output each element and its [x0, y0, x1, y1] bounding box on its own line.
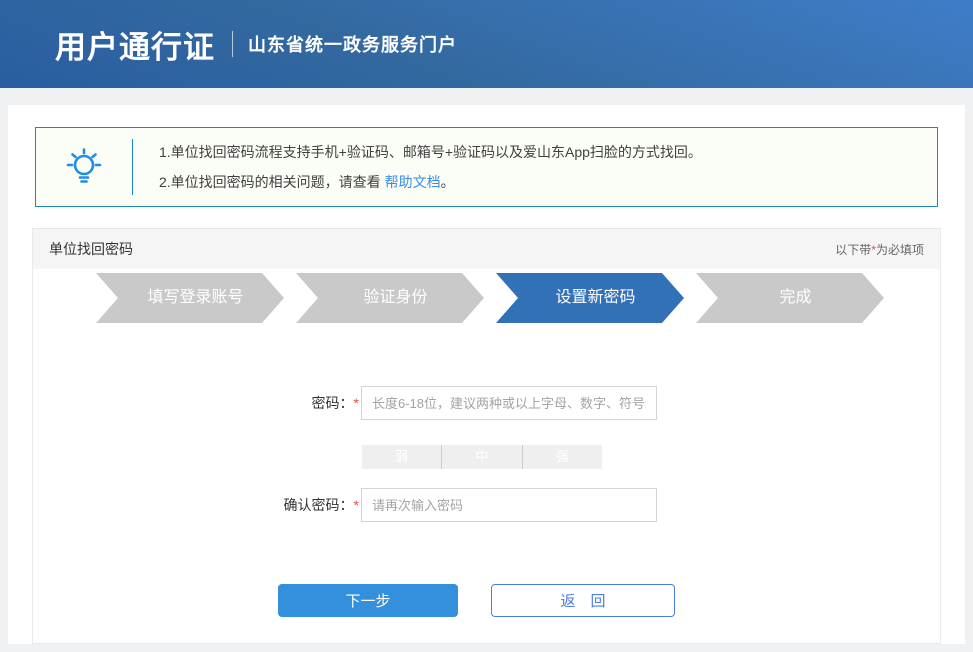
- step-set-new-password: 设置新密码: [496, 273, 684, 323]
- password-label: 密码：*: [33, 393, 359, 413]
- tip-text: 1.单位找回密码流程支持手机+验证码、邮箱号+验证码以及爱山东App扫脸的方式找…: [159, 137, 702, 197]
- back-button[interactable]: 返 回: [491, 584, 675, 617]
- tip-line-1: 1.单位找回密码流程支持手机+验证码、邮箱号+验证码以及爱山东App扫脸的方式找…: [159, 137, 702, 167]
- panel-title: 单位找回密码: [49, 239, 133, 259]
- lightbulb-icon: [36, 146, 132, 188]
- password-input[interactable]: [361, 386, 657, 420]
- confirm-password-input[interactable]: [361, 488, 657, 522]
- page-subtitle: 山东省统一政务服务门户: [248, 31, 457, 57]
- tip-box: 1.单位找回密码流程支持手机+验证码、邮箱号+验证码以及爱山东App扫脸的方式找…: [35, 127, 938, 207]
- confirm-password-label: 确认密码：*: [33, 495, 359, 515]
- step-fill-account: 填写登录账号: [96, 273, 284, 323]
- step-complete: 完成: [696, 273, 884, 323]
- password-strength-meter: 弱 中 强: [362, 445, 602, 469]
- page-title: 用户通行证: [55, 22, 215, 67]
- password-recovery-panel: 单位找回密码 以下带*为必填项 填写登录账号 验证身份 设置新密码 完成 密码：…: [32, 228, 941, 644]
- tip-line-2: 2.单位找回密码的相关问题，请查看 帮助文档。: [159, 167, 702, 197]
- app-header: 用户通行证 山东省统一政务服务门户: [0, 0, 973, 88]
- strength-strong: 强: [522, 445, 602, 469]
- strength-medium: 中: [441, 445, 521, 469]
- required-note: 以下带*为必填项: [835, 241, 924, 258]
- confirm-password-row: 确认密码：*: [33, 488, 940, 522]
- password-row: 密码：*: [33, 386, 940, 420]
- step-indicator: 填写登录账号 验证身份 设置新密码 完成: [33, 273, 940, 323]
- content-card: 1.单位找回密码流程支持手机+验证码、邮箱号+验证码以及爱山东App扫脸的方式找…: [8, 105, 965, 644]
- required-asterisk: *: [354, 395, 359, 411]
- step-verify-identity: 验证身份: [296, 273, 484, 323]
- title-divider: [232, 31, 233, 57]
- tip-divider: [132, 139, 133, 195]
- button-row: 下一步 返 回: [278, 584, 940, 617]
- required-asterisk: *: [354, 497, 359, 513]
- strength-weak: 弱: [362, 445, 441, 469]
- help-doc-link[interactable]: 帮助文档: [385, 174, 441, 190]
- next-step-button[interactable]: 下一步: [278, 584, 458, 617]
- panel-header: 单位找回密码 以下带*为必填项: [33, 229, 940, 269]
